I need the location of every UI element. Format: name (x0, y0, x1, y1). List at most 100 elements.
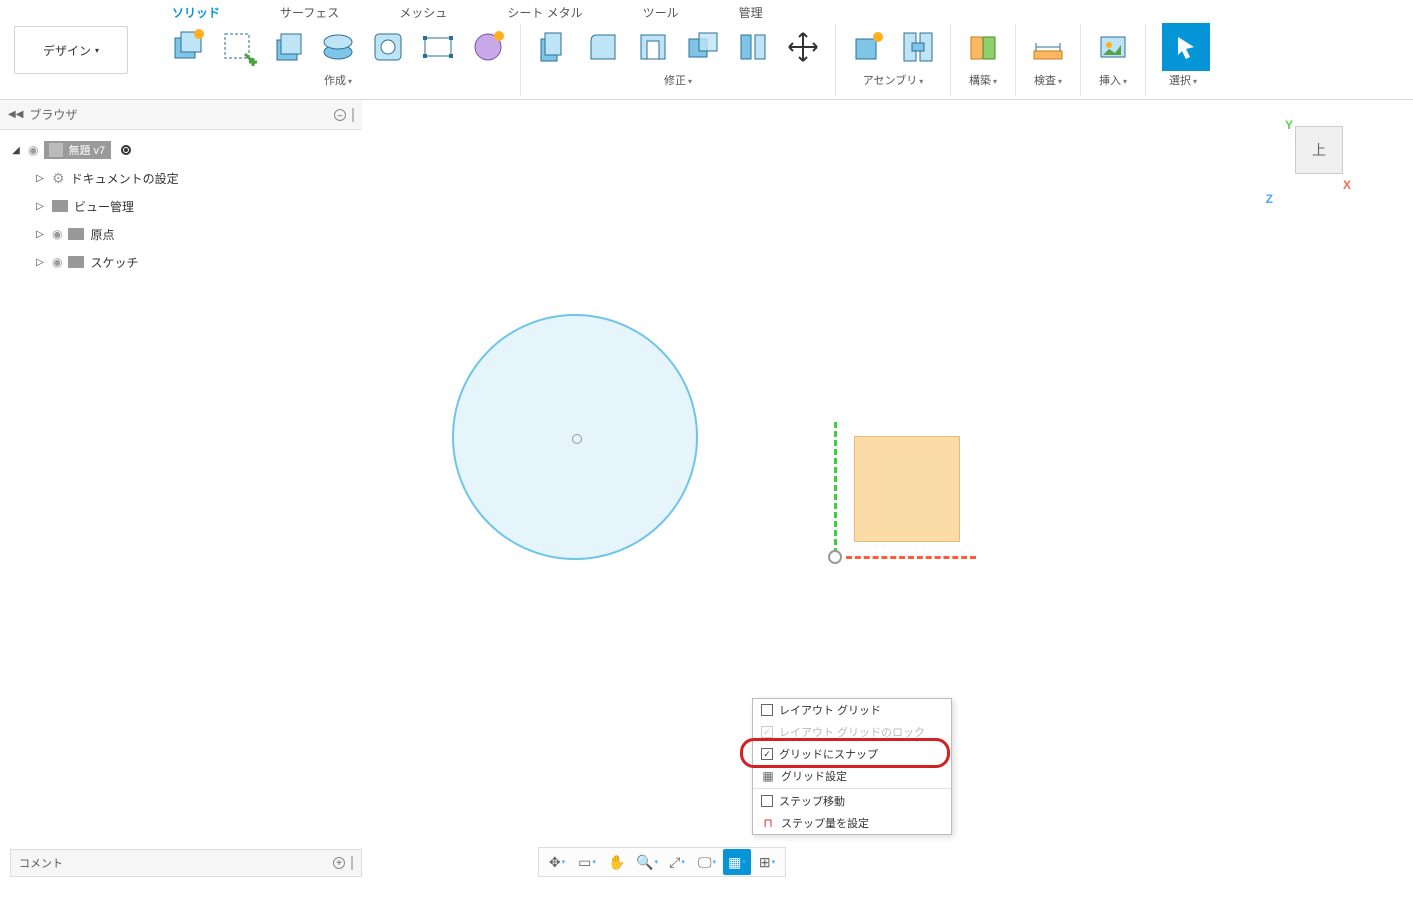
active-component-icon[interactable] (121, 145, 131, 155)
popup-step-move[interactable]: ステップ移動 (753, 790, 951, 812)
sketch-axis-y (834, 422, 837, 554)
hole-icon[interactable] (366, 25, 410, 69)
document-icon (48, 142, 64, 158)
grid-snap-icon[interactable]: ▦ (723, 849, 751, 875)
group-insert: 挿入 (1081, 24, 1146, 96)
zoom-icon[interactable]: 🔍 (633, 849, 661, 875)
browser-tree: ◢ ◉ 無題 v7 ▷ ⚙ ドキュメントの設定 ▷ ビュー管理 ▷ ◉ 原点 ▷… (0, 130, 362, 282)
popup-snap-to-grid[interactable]: ✓グリッドにスナップ (753, 743, 951, 765)
popup-layout-grid[interactable]: レイアウト グリッド (753, 699, 951, 721)
add-comment-icon[interactable]: + (333, 857, 345, 869)
new-box-icon[interactable] (166, 25, 210, 69)
viewcube[interactable]: 上 (1295, 126, 1343, 174)
group-insert-label: 挿入 (1099, 75, 1121, 87)
group-create-label: 作成 (324, 75, 346, 87)
form-icon[interactable] (466, 25, 510, 69)
tree-item-origin[interactable]: ▷ ◉ 原点 (0, 220, 362, 248)
tab-solid[interactable]: ソリッド (172, 4, 220, 24)
sketch-axis-x (846, 556, 976, 559)
workspace-label: デザイン (43, 42, 91, 59)
document-chip[interactable]: 無題 v7 (44, 141, 111, 159)
viewports-icon[interactable]: ⊞ (753, 849, 781, 875)
twisty-icon[interactable]: ▷ (34, 201, 46, 212)
group-construct-label: 構築 (969, 75, 991, 87)
browser-minimize-icon[interactable]: – (334, 109, 346, 121)
popup-set-step[interactable]: ⊓ステップ量を設定 (753, 812, 951, 834)
twisty-icon[interactable]: ▷ (34, 257, 46, 268)
rectangle-icon[interactable] (416, 25, 460, 69)
popup-label: レイアウト グリッドのロック (779, 724, 925, 740)
eye-icon[interactable]: ◉ (52, 227, 62, 241)
twisty-icon[interactable]: ◢ (10, 145, 22, 156)
popup-label: レイアウト グリッド (779, 702, 881, 718)
shell-icon[interactable] (631, 25, 675, 69)
move-icon[interactable] (781, 25, 825, 69)
orbit-icon[interactable]: ✥ (543, 849, 571, 875)
checkbox-icon[interactable] (761, 704, 773, 716)
pan-icon[interactable]: ✋ (603, 849, 631, 875)
comments-label: コメント (19, 855, 63, 871)
tab-tools[interactable]: ツール (643, 4, 679, 24)
checkbox-icon[interactable] (761, 795, 773, 807)
group-assemble-label: アセンブリ (863, 75, 917, 87)
comments-panel[interactable]: コメント + (10, 849, 362, 877)
group-create: 作成 (156, 24, 521, 96)
grid-settings-icon: ▦ (761, 769, 775, 783)
new-component-icon[interactable] (846, 25, 890, 69)
browser-collapse-icon[interactable]: ◀◀ (8, 109, 23, 120)
browser-handle-icon[interactable] (352, 108, 354, 122)
insert-image-icon[interactable] (1091, 25, 1135, 69)
browser-title: ブラウザ (29, 106, 334, 123)
lookat-icon[interactable]: ▭ (573, 849, 601, 875)
sketch-rectangle[interactable] (854, 436, 960, 542)
group-modify-label: 修正 (664, 75, 686, 87)
axis-y-label: Y (1285, 118, 1293, 132)
popup-grid-settings[interactable]: ▦ グリッド設定 (753, 765, 951, 787)
twisty-icon[interactable]: ▷ (34, 173, 46, 184)
display-icon[interactable]: 🖵 (693, 849, 721, 875)
tab-surface[interactable]: サーフェス (280, 4, 339, 24)
grid-popup: レイアウト グリッド ✓レイアウト グリッドのロック ✓グリッドにスナップ ▦グ… (752, 698, 952, 835)
tree-item-sketches[interactable]: ▷ ◉ スケッチ (0, 248, 362, 276)
folder-icon (68, 256, 84, 268)
popup-label: ステップ移動 (779, 793, 845, 809)
select-tool[interactable] (1162, 23, 1210, 71)
sketch-origin[interactable] (828, 550, 842, 564)
presspull-icon[interactable] (531, 25, 575, 69)
popup-layout-lock: ✓レイアウト グリッドのロック (753, 721, 951, 743)
tree-label: ドキュメントの設定 (71, 170, 179, 187)
popup-label: グリッド設定 (781, 768, 847, 784)
sketch-circle[interactable] (452, 314, 698, 560)
ribbon-tabs: ソリッド サーフェス メッシュ シート メタル ツール 管理 (172, 4, 763, 24)
tab-mesh[interactable]: メッシュ (399, 4, 447, 24)
eye-icon[interactable]: ◉ (52, 255, 62, 269)
folder-icon (52, 200, 68, 212)
fillet-icon[interactable] (581, 25, 625, 69)
tree-item-settings[interactable]: ▷ ⚙ ドキュメントの設定 (0, 164, 362, 192)
tab-manage[interactable]: 管理 (739, 4, 763, 24)
group-assemble: アセンブリ (836, 24, 951, 96)
eye-icon[interactable]: ◉ (28, 143, 38, 157)
measure-icon[interactable] (1026, 25, 1070, 69)
browser-header: ◀◀ ブラウザ – (0, 100, 362, 130)
document-name: 無題 v7 (68, 142, 105, 158)
tree-root[interactable]: ◢ ◉ 無題 v7 (0, 136, 362, 164)
tree-label: スケッチ (90, 254, 138, 271)
comments-handle-icon[interactable] (351, 856, 353, 870)
group-inspect-label: 検査 (1034, 75, 1056, 87)
align-icon[interactable] (731, 25, 775, 69)
tab-sheetmetal[interactable]: シート メタル (507, 4, 582, 24)
sketch-icon[interactable] (216, 25, 260, 69)
combine-icon[interactable] (681, 25, 725, 69)
fit-icon[interactable]: ⤢ (663, 849, 691, 875)
twisty-icon[interactable]: ▷ (34, 229, 46, 240)
group-select-label: 選択 (1169, 75, 1191, 87)
axis-x-label: X (1343, 178, 1351, 192)
checkbox-icon[interactable]: ✓ (761, 748, 773, 760)
extrude-icon[interactable] (266, 25, 310, 69)
revolve-icon[interactable] (316, 25, 360, 69)
workspace-switcher[interactable]: デザイン (14, 26, 128, 74)
tree-item-views[interactable]: ▷ ビュー管理 (0, 192, 362, 220)
plane-icon[interactable] (961, 25, 1005, 69)
joint-icon[interactable] (896, 25, 940, 69)
